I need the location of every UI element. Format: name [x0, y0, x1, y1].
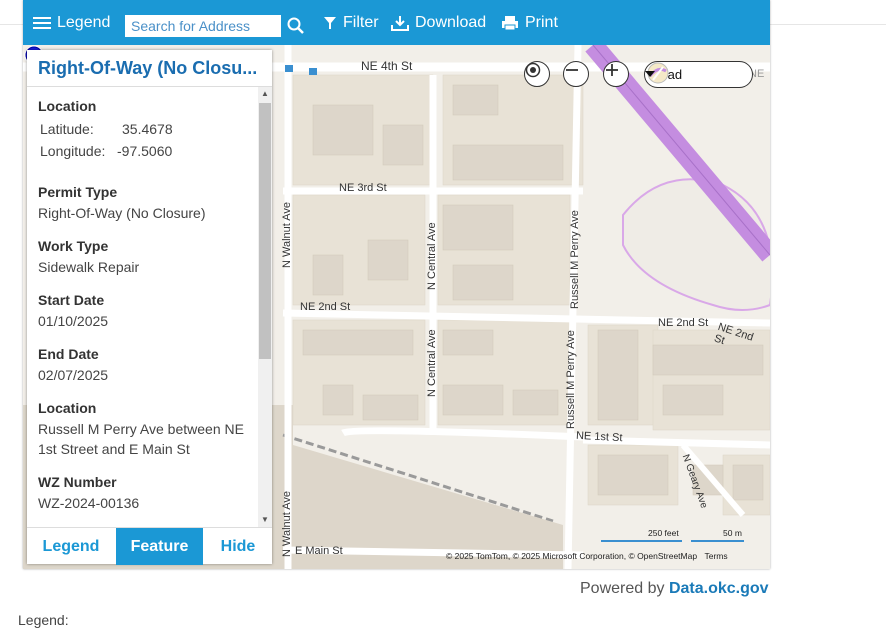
minus-icon — [566, 69, 578, 71]
street-label: NE 2nd St — [300, 301, 351, 313]
target-icon — [525, 62, 541, 78]
legend-caption: Legend: — [18, 612, 69, 628]
scale-bar-meters — [691, 540, 744, 542]
legend-toggle[interactable]: Legend — [33, 14, 110, 32]
print-button[interactable]: Print — [501, 14, 558, 32]
longitude-value: -97.5060 — [117, 143, 173, 159]
tab-hide[interactable]: Hide — [204, 528, 272, 565]
street-label: Russell M Perry Ave — [565, 330, 577, 429]
location-detail-heading: Location — [38, 400, 97, 416]
terms-link[interactable]: Terms — [704, 551, 727, 561]
permit-type-heading: Permit Type — [38, 184, 118, 200]
street-label: NE 4th St — [361, 59, 413, 73]
location-detail-line2: 1st Street and E Main St — [38, 441, 190, 457]
longitude-label: Longitude: — [40, 143, 106, 159]
zoom-out-button[interactable] — [563, 61, 589, 87]
panel-scrollbar[interactable]: ▲ ▼ — [258, 87, 272, 527]
locate-button[interactable] — [524, 61, 550, 87]
street-label: N Walnut Ave — [281, 490, 293, 557]
powered-by-text: Powered by — [580, 580, 665, 597]
plus-icon — [606, 64, 618, 76]
wz-number-heading: WZ Number — [38, 474, 117, 490]
chevron-down-icon — [645, 71, 655, 77]
street-label: N Central Ave — [426, 329, 438, 397]
powered-by: Powered by Data.okc.gov — [580, 580, 769, 598]
street-label: N Walnut Ave — [281, 201, 293, 268]
tab-feature[interactable]: Feature — [116, 528, 203, 565]
scroll-down-icon[interactable]: ▼ — [261, 515, 269, 524]
filter-icon — [324, 17, 336, 29]
zoom-in-button[interactable] — [603, 61, 629, 87]
latitude-label: Latitude: — [40, 121, 94, 137]
search-icon[interactable] — [287, 17, 305, 35]
work-type-heading: Work Type — [38, 238, 109, 254]
scale-feet: 250 feet — [648, 528, 679, 538]
location-detail-line1: Russell M Perry Ave between NE — [38, 421, 244, 437]
download-icon — [391, 16, 409, 31]
hamburger-icon — [33, 17, 51, 29]
end-date-value: 02/07/2025 — [38, 367, 109, 383]
filter-button[interactable]: Filter — [323, 14, 379, 32]
download-label: Download — [415, 14, 487, 31]
location-heading: Location — [38, 98, 97, 114]
work-type-value: Sidewalk Repair — [38, 259, 140, 275]
latitude-value: 35.4678 — [122, 121, 173, 137]
feature-info-panel: Right-Of-Way (No Closu... Location Latit… — [27, 50, 272, 565]
street-label: NE 2nd St — [658, 317, 709, 329]
map-toolbar: Legend Filter Download Print — [23, 0, 770, 45]
wz-number-value: WZ-2024-00136 — [38, 495, 140, 511]
panel-title: Right-Of-Way (No Closu... — [38, 58, 258, 78]
map-widget: Legend Filter Download Print — [23, 0, 770, 569]
address-search-input[interactable] — [125, 15, 281, 37]
scale-meters: 50 m — [723, 528, 742, 538]
street-label: NE 1st St — [575, 429, 623, 445]
street-label: N Central Ave — [426, 222, 438, 290]
permit-type-value: Right-Of-Way (No Closure) — [38, 205, 206, 221]
scroll-up-icon[interactable]: ▲ — [261, 89, 269, 98]
street-label: Russell M Perry Ave — [569, 210, 581, 309]
copyright-text: © 2025 TomTom, © 2025 Microsoft Corporat… — [446, 551, 698, 561]
basemap-select[interactable]: Road — [644, 61, 753, 88]
scale-bar-feet — [601, 540, 682, 542]
download-button[interactable]: Download — [391, 14, 486, 32]
map-copyright: © 2025 TomTom, © 2025 Microsoft Corporat… — [446, 551, 728, 561]
print-label: Print — [525, 14, 558, 31]
street-label: E Main St — [295, 545, 343, 557]
legend-toggle-label: Legend — [57, 14, 111, 31]
street-label: NE 3rd St — [339, 182, 387, 194]
panel-tabs: Legend Feature Hide — [27, 527, 272, 565]
start-date-heading: Start Date — [38, 292, 105, 308]
filter-label: Filter — [343, 14, 379, 31]
printer-icon — [502, 16, 518, 31]
panel-body: Location Latitude: 35.4678 Longitude: -9… — [27, 87, 257, 527]
tab-legend[interactable]: Legend — [27, 528, 115, 565]
start-date-value: 01/10/2025 — [38, 313, 109, 329]
scroll-thumb[interactable] — [259, 103, 271, 359]
end-date-heading: End Date — [38, 346, 99, 362]
data-okc-link[interactable]: Data.okc.gov — [669, 580, 769, 597]
